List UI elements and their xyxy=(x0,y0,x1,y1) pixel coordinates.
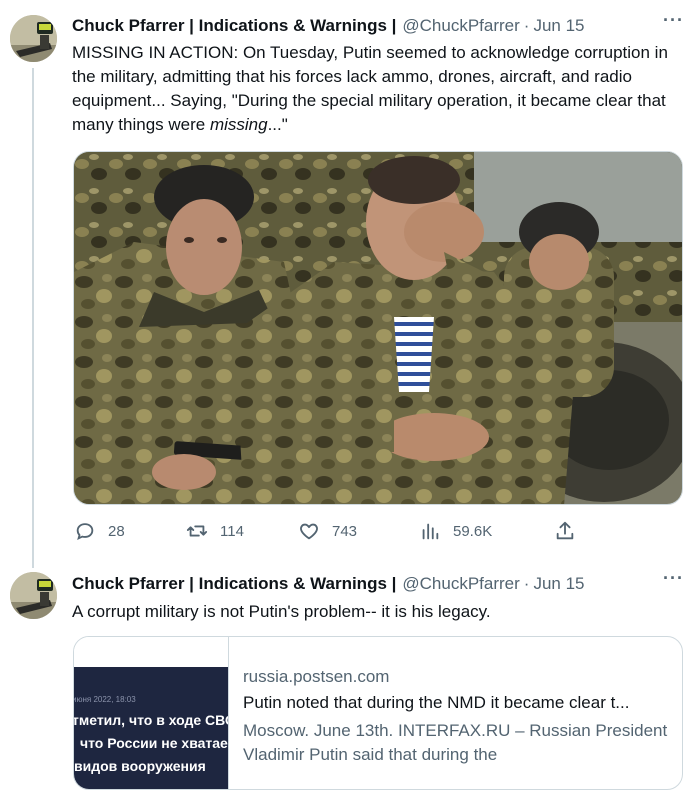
like-count: 743 xyxy=(332,522,358,540)
tweet-text: MISSING IN ACTION: On Tuesday, Putin see… xyxy=(72,41,672,137)
reply-button[interactable]: 28 xyxy=(74,520,125,542)
tweet-1[interactable]: Chuck Pfarrer | Indications & Warnings |… xyxy=(0,0,698,568)
more-icon[interactable]: ··· xyxy=(663,10,684,31)
more-icon[interactable]: ··· xyxy=(663,568,684,589)
like-icon xyxy=(300,523,318,540)
thread-line xyxy=(32,68,34,568)
card-body: russia.postsen.com Putin noted that duri… xyxy=(228,637,682,789)
tweet-header: Chuck Pfarrer | Indications & Warnings |… xyxy=(72,16,678,36)
card-description: Moscow. June 13th. INTERFAX.RU – Russian… xyxy=(243,721,668,764)
soldiers-photo xyxy=(74,152,682,504)
tweet-actions: 28 114 743 59.6K xyxy=(74,520,634,546)
thumb-line-1: тметил, что в ходе СВО xyxy=(74,712,228,728)
views-icon xyxy=(422,523,439,540)
avatar-image xyxy=(10,572,57,619)
card-domain: russia.postsen.com xyxy=(243,667,390,686)
reply-icon xyxy=(76,523,94,541)
thumb-date: июня 2022, 18:03 xyxy=(74,695,136,704)
views-count: 59.6K xyxy=(453,522,493,540)
avatar[interactable] xyxy=(10,15,57,62)
tweet-header: Chuck Pfarrer | Indications & Warnings |… xyxy=(72,574,678,594)
share-button[interactable] xyxy=(554,520,588,542)
author-handle[interactable]: @ChuckPfarrer xyxy=(402,574,519,594)
thumbnail-panel: июня 2022, 18:03 тметил, что в ходе СВО … xyxy=(74,667,228,789)
card-thumbnail: июня 2022, 18:03 тметил, что в ходе СВО … xyxy=(74,637,228,789)
retweet-count: 114 xyxy=(220,522,244,540)
author-handle[interactable]: @ChuckPfarrer xyxy=(402,16,519,36)
separator-dot: · xyxy=(523,574,530,593)
like-button[interactable]: 743 xyxy=(298,520,357,542)
views-button[interactable]: 59.6K xyxy=(419,520,492,542)
tweet-text-italic: missing xyxy=(209,115,268,134)
reply-count: 28 xyxy=(108,522,125,540)
author-name[interactable]: Chuck Pfarrer | Indications & Warnings | xyxy=(72,16,396,36)
share-icon xyxy=(556,521,574,540)
link-card[interactable]: июня 2022, 18:03 тметил, что в ходе СВО … xyxy=(73,636,683,790)
avatar[interactable] xyxy=(10,572,57,619)
separator-dot: · xyxy=(523,16,530,35)
tweet-text-main: MISSING IN ACTION: On Tuesday, Putin see… xyxy=(72,43,668,134)
avatar-image xyxy=(10,15,57,62)
thumb-line-2: что России не хватае xyxy=(80,735,228,751)
retweet-button[interactable]: 114 xyxy=(186,520,244,542)
tweet-photo[interactable] xyxy=(73,151,683,505)
retweet-icon xyxy=(186,525,208,537)
tweet-text: A corrupt military is not Putin's proble… xyxy=(72,602,491,621)
tweet-text-end: ..." xyxy=(267,115,288,134)
tweet-date[interactable]: Jun 15 xyxy=(533,574,584,594)
card-title: Putin noted that during the NMD it becam… xyxy=(243,693,630,712)
tweet-date[interactable]: Jun 15 xyxy=(533,16,584,36)
thumb-line-3: видов вооружения xyxy=(74,758,206,774)
author-name[interactable]: Chuck Pfarrer | Indications & Warnings | xyxy=(72,574,396,594)
